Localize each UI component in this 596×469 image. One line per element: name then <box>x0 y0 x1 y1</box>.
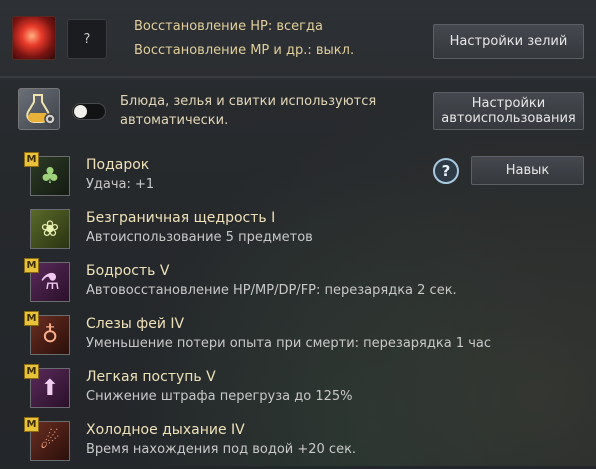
auto-use-toggle[interactable] <box>72 103 106 120</box>
skill-row-vigor[interactable]: ⚗ M Бодрость V Автовосстановление HP/MP/… <box>0 258 596 310</box>
mastery-badge: M <box>24 417 39 432</box>
skill-name: Бодрость V <box>86 263 170 279</box>
skill-description: Снижение штрафа перегруза до 125% <box>86 389 353 404</box>
auto-use-flask-gear-icon <box>18 88 60 130</box>
skill-row-cold-breath[interactable]: ☄ M Холодное дыхание IV Время нахождения… <box>0 417 596 469</box>
skill-row-generosity[interactable]: ❀ Безграничная щедрость I Автоиспользова… <box>0 205 596 257</box>
potion-settings-button[interactable]: Настройки зелий <box>433 24 584 59</box>
skill-description: Удача: +1 <box>86 177 155 192</box>
skill-row-gift[interactable]: ♣ M Подарок Удача: +1 <box>0 152 596 204</box>
skill-row-fairy-tears[interactable]: ♁ M Слезы фей IV Уменьшение потери опыта… <box>0 311 596 363</box>
skill-description: Уменьшение потери опыта при смерти: пере… <box>86 336 492 351</box>
skill-name: Безграничная щедрость I <box>86 210 276 226</box>
skill-description: Время нахождения под водой +20 сек. <box>86 442 357 457</box>
skill-name: Легкая поступь V <box>86 369 216 385</box>
auto-use-settings-button[interactable]: Настройки автоиспользования <box>433 92 584 130</box>
mastery-badge: M <box>24 364 39 379</box>
skill-name: Слезы фей IV <box>86 316 185 332</box>
section-divider <box>0 76 596 78</box>
hp-potion-icon[interactable] <box>12 16 56 60</box>
empty-potion-slot[interactable]: ? <box>67 19 107 59</box>
toggle-knob <box>74 105 87 118</box>
mastery-badge: M <box>24 311 39 326</box>
skill-name: Подарок <box>86 157 150 173</box>
skill-description: Автовосстановление HP/MP/DP/FP: перезаря… <box>86 283 457 298</box>
hp-recovery-status: Восстановление HP: всегда <box>134 19 323 34</box>
skill-name: Холодное дыхание IV <box>86 422 245 438</box>
skill-description: Автоиспользование 5 предметов <box>86 230 313 245</box>
mp-recovery-status: Восстановление MP и др.: выкл. <box>134 43 355 58</box>
auto-use-description: Блюда, зелья и свитки используются автом… <box>120 94 377 128</box>
mastery-badge: M <box>24 152 39 167</box>
mastery-badge: M <box>24 258 39 273</box>
skill-row-light-step[interactable]: ⬆ M Легкая поступь V Снижение штрафа пер… <box>0 364 596 416</box>
fairy-icon: ❀ <box>30 209 70 249</box>
